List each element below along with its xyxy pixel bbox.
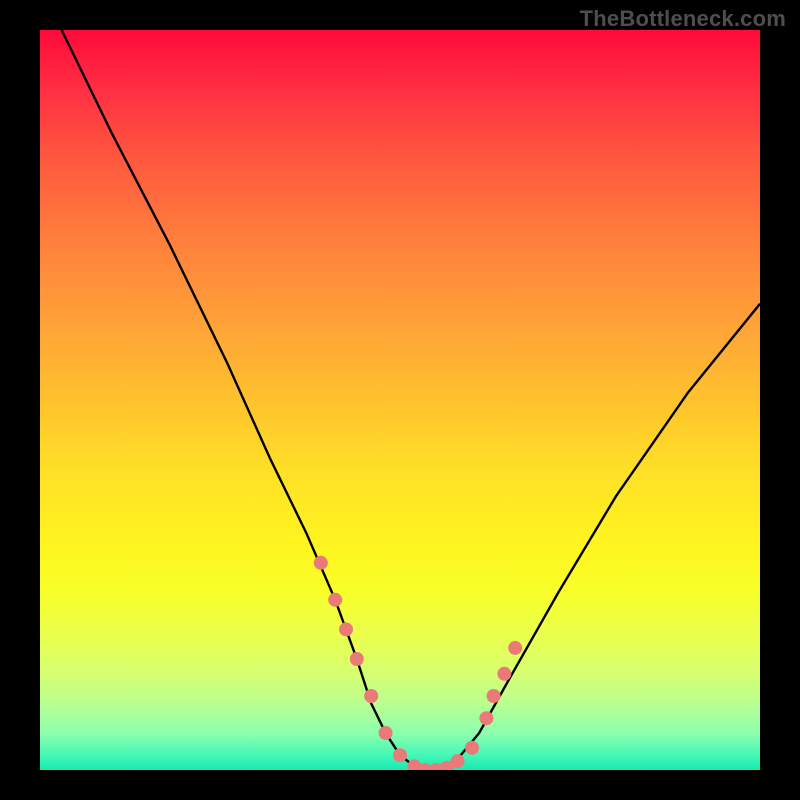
scatter-dot: [479, 711, 493, 725]
scatter-dot: [451, 754, 465, 768]
watermark-text: TheBottleneck.com: [580, 6, 786, 32]
scatter-dot: [393, 748, 407, 762]
chart-frame: TheBottleneck.com: [0, 0, 800, 800]
scatter-dots: [314, 556, 522, 770]
scatter-dot: [487, 689, 501, 703]
scatter-dot: [364, 689, 378, 703]
scatter-dot: [379, 726, 393, 740]
scatter-dot: [508, 641, 522, 655]
curve-left: [62, 30, 429, 770]
curve-right: [429, 304, 760, 770]
scatter-dot: [465, 741, 479, 755]
plot-area: [40, 30, 760, 770]
curve-layer: [40, 30, 760, 770]
scatter-dot: [339, 622, 353, 636]
scatter-dot: [497, 667, 511, 681]
scatter-dot: [350, 652, 364, 666]
scatter-dot: [328, 593, 342, 607]
scatter-dot: [314, 556, 328, 570]
